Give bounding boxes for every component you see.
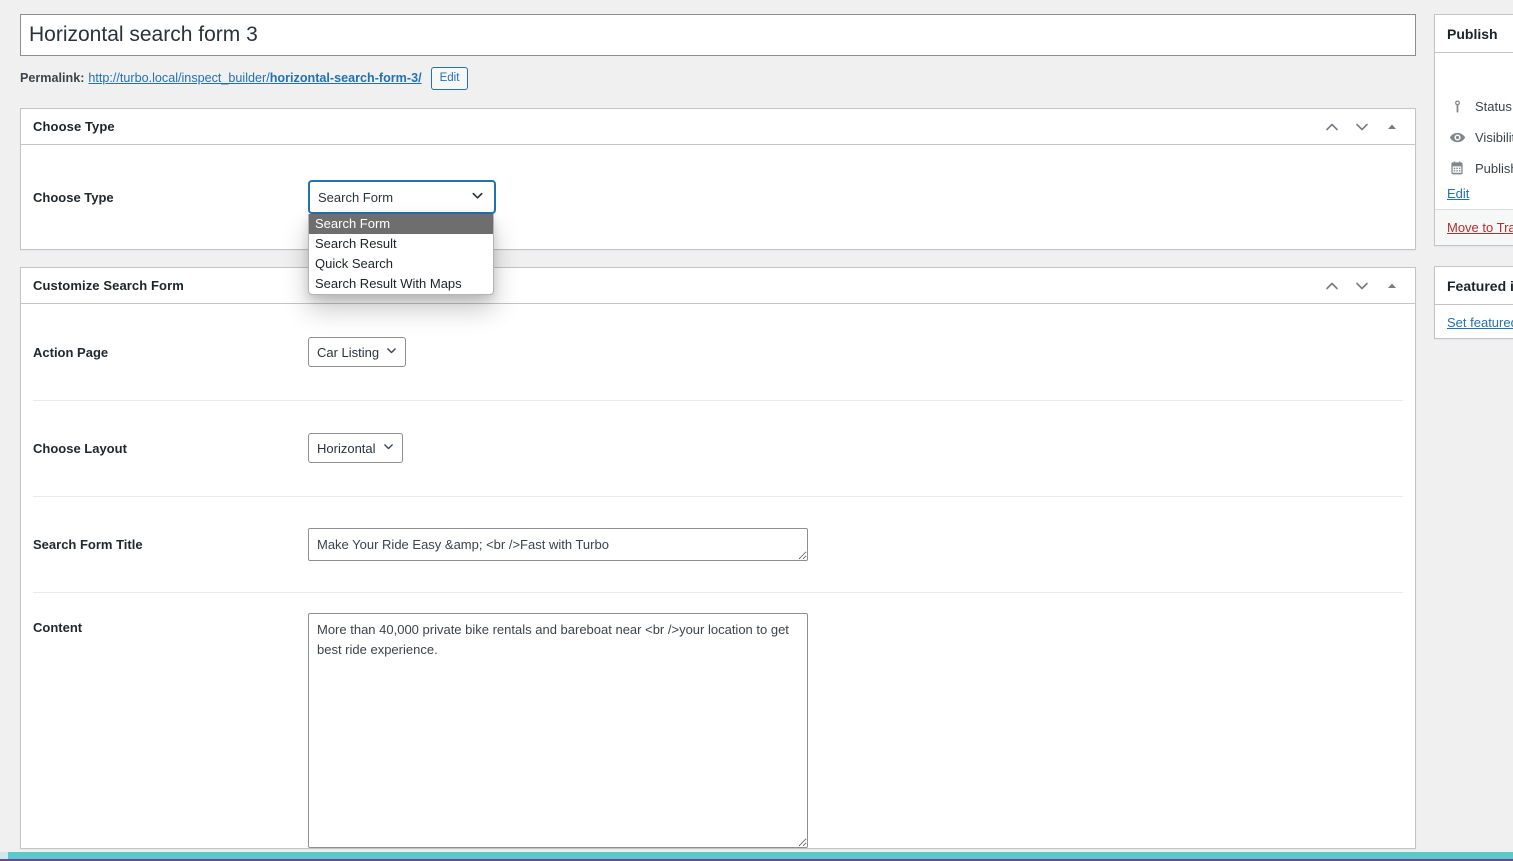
move-up-icon[interactable] xyxy=(1317,269,1347,303)
publish-box-title: Publish xyxy=(1447,25,1498,42)
bottom-accent-bar xyxy=(0,852,1513,861)
field-control: Search Form Search Form Search Result Qu… xyxy=(308,180,1403,295)
field-row-choose-layout: Choose Layout Horizontal xyxy=(21,400,1415,496)
move-down-icon[interactable] xyxy=(1347,269,1377,303)
metabox-customize-search-form: Customize Search Form Action Page Car Li… xyxy=(20,267,1416,849)
featured-image-body: Set featured image xyxy=(1435,305,1513,338)
publish-actions-spacer xyxy=(1447,63,1513,93)
permalink-slug: horizontal-search-form-3/ xyxy=(269,71,422,85)
metabox-choose-type: Choose Type Choose Type Search Form Sear… xyxy=(20,108,1416,295)
dropdown-option[interactable]: Search Result xyxy=(309,234,493,254)
publish-box-header: Publish xyxy=(1435,15,1513,53)
editor-sidebar: Publish Status: Visibili Publis Edit Mov… xyxy=(1434,14,1513,359)
set-featured-image-link[interactable]: Set featured image xyxy=(1447,315,1513,330)
post-title-input[interactable] xyxy=(20,14,1416,56)
choose-layout-select[interactable]: Horizontal xyxy=(308,433,403,463)
field-label: Choose Type xyxy=(33,189,114,205)
publish-status-row: Status: xyxy=(1447,93,1513,119)
post-title-area xyxy=(20,14,1416,56)
move-up-icon[interactable] xyxy=(1317,110,1347,144)
choose-type-select[interactable]: Search Form xyxy=(308,180,496,214)
metabox-handle-group xyxy=(1317,109,1407,144)
editor-main-column: Permalink: http://turbo.local/inspect_bu… xyxy=(20,14,1416,849)
search-form-title-textarea[interactable]: Make Your Ride Easy &amp; <br />Fast wit… xyxy=(308,527,808,561)
field-row-search-form-title: Search Form Title Make Your Ride Easy &a… xyxy=(21,496,1415,592)
field-label: Content xyxy=(33,620,83,635)
field-label: Choose Layout xyxy=(33,440,127,456)
metabox-header[interactable]: Choose Type xyxy=(21,109,1415,145)
metabox-body: Choose Type Search Form Search Form Sear… xyxy=(21,145,1415,295)
chevron-down-icon xyxy=(382,440,395,456)
action-page-select-value: Car Listing xyxy=(317,344,380,360)
pin-icon xyxy=(1447,99,1467,114)
permalink-row: Permalink: http://turbo.local/inspect_bu… xyxy=(20,65,1416,91)
field-control: Horizontal xyxy=(308,433,1403,463)
chevron-down-icon xyxy=(470,188,485,206)
toggle-panel-icon[interactable] xyxy=(1377,269,1407,303)
featured-image-box: Featured image Set featured image xyxy=(1434,266,1513,339)
publish-date-row: Publish xyxy=(1447,155,1513,181)
action-page-select[interactable]: Car Listing xyxy=(308,337,407,367)
field-control: Car Listing xyxy=(308,337,1403,367)
metabox-title: Customize Search Form xyxy=(33,278,184,293)
publish-date-label: Publish xyxy=(1475,160,1513,176)
permalink-label: Permalink: xyxy=(20,71,85,85)
field-row-content: Content More than 40,000 private bike re… xyxy=(21,592,1415,848)
metabox-body: Action Page Car Listing Choose Layout Ho… xyxy=(21,304,1415,848)
publish-visibility-row: Visibility: xyxy=(1447,124,1513,150)
field-label: Action Page xyxy=(33,344,109,360)
field-label: Search Form Title xyxy=(33,536,143,552)
choose-type-dropdown-list[interactable]: Search Form Search Result Quick Search S… xyxy=(308,214,494,295)
featured-image-header: Featured image xyxy=(1435,267,1513,305)
permalink-base: http://turbo.local/inspect_builder/ xyxy=(88,71,270,85)
metabox-title: Choose Type xyxy=(33,119,115,134)
publish-box-footer: Move to Trash xyxy=(1435,209,1513,245)
eye-icon xyxy=(1447,129,1467,146)
metabox-handle-group xyxy=(1317,268,1407,303)
metabox-header[interactable]: Customize Search Form xyxy=(21,268,1415,304)
calendar-icon xyxy=(1447,160,1467,176)
dropdown-option[interactable]: Search Result With Maps xyxy=(309,274,493,294)
dropdown-option[interactable]: Search Form xyxy=(309,214,493,234)
featured-image-title: Featured image xyxy=(1447,277,1513,294)
publish-edit-link[interactable]: Edit xyxy=(1447,186,1469,201)
field-row-action-page: Action Page Car Listing xyxy=(21,304,1415,400)
publish-box-body: Status: Visibility: xyxy=(1435,53,1513,209)
choose-layout-select-value: Horizontal xyxy=(317,440,376,456)
field-control: Make Your Ride Easy &amp; <br />Fast wit… xyxy=(308,527,1403,561)
content-textarea[interactable]: More than 40,000 private bike rentals an… xyxy=(308,613,808,848)
chevron-down-icon xyxy=(385,344,398,360)
publish-status-label: Status: xyxy=(1475,98,1513,114)
permalink-link[interactable]: http://turbo.local/inspect_builder/horiz… xyxy=(88,71,421,85)
edit-permalink-button[interactable]: Edit xyxy=(430,66,469,90)
field-row-choose-type: Choose Type Search Form Search Form Sear… xyxy=(21,145,1415,295)
move-to-trash-link[interactable]: Move to Trash xyxy=(1447,220,1513,235)
bottom-bar-left-edge xyxy=(0,852,8,859)
wordpress-post-editor: Permalink: http://turbo.local/inspect_bu… xyxy=(0,0,1513,861)
publish-box: Publish Status: Visibili Publis Edit Mov… xyxy=(1434,14,1513,246)
publish-visibility-label: Visibility: xyxy=(1475,129,1513,145)
field-control: More than 40,000 private bike rentals an… xyxy=(308,613,1403,848)
toggle-panel-icon[interactable] xyxy=(1377,110,1407,144)
move-down-icon[interactable] xyxy=(1347,110,1377,144)
choose-type-select-value: Search Form xyxy=(318,189,394,205)
dropdown-option[interactable]: Quick Search xyxy=(309,254,493,274)
